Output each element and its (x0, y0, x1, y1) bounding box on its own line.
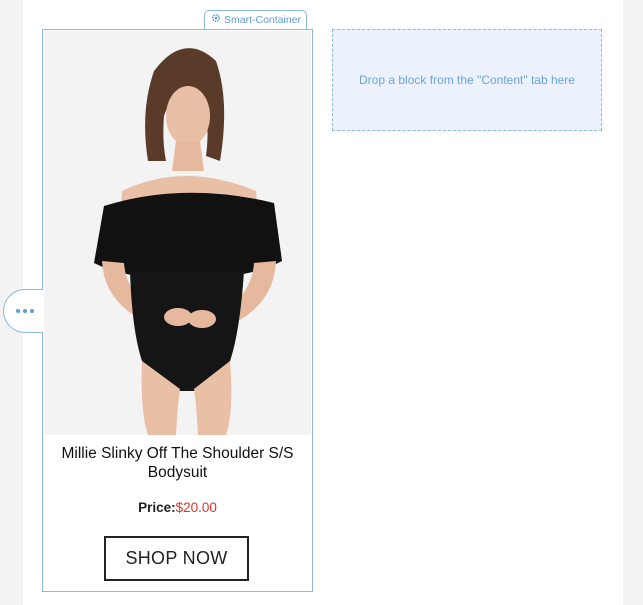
price-row: Price:$20.00 (43, 500, 312, 515)
smart-container-label: Smart-Container (224, 14, 302, 26)
shop-now-button[interactable]: SHOP NOW (104, 536, 249, 581)
price-label: Price: (138, 500, 176, 515)
smart-container-tag[interactable]: Smart-Container (204, 10, 308, 30)
price-value: $20.00 (175, 500, 217, 515)
product-card[interactable]: Millie Slinky Off The Shoulder S/S Bodys… (42, 29, 313, 592)
gear-icon (211, 11, 221, 30)
dropzone-text: Drop a block from the "Content" tab here (359, 73, 575, 87)
ellipsis-icon (29, 309, 34, 313)
ellipsis-icon (22, 309, 27, 313)
container-options-handle[interactable] (3, 289, 43, 333)
product-title: Millie Slinky Off The Shoulder S/S Bodys… (61, 445, 294, 481)
content-dropzone[interactable]: Drop a block from the "Content" tab here (332, 29, 602, 131)
ellipsis-icon (15, 309, 20, 313)
product-image[interactable] (44, 31, 311, 435)
